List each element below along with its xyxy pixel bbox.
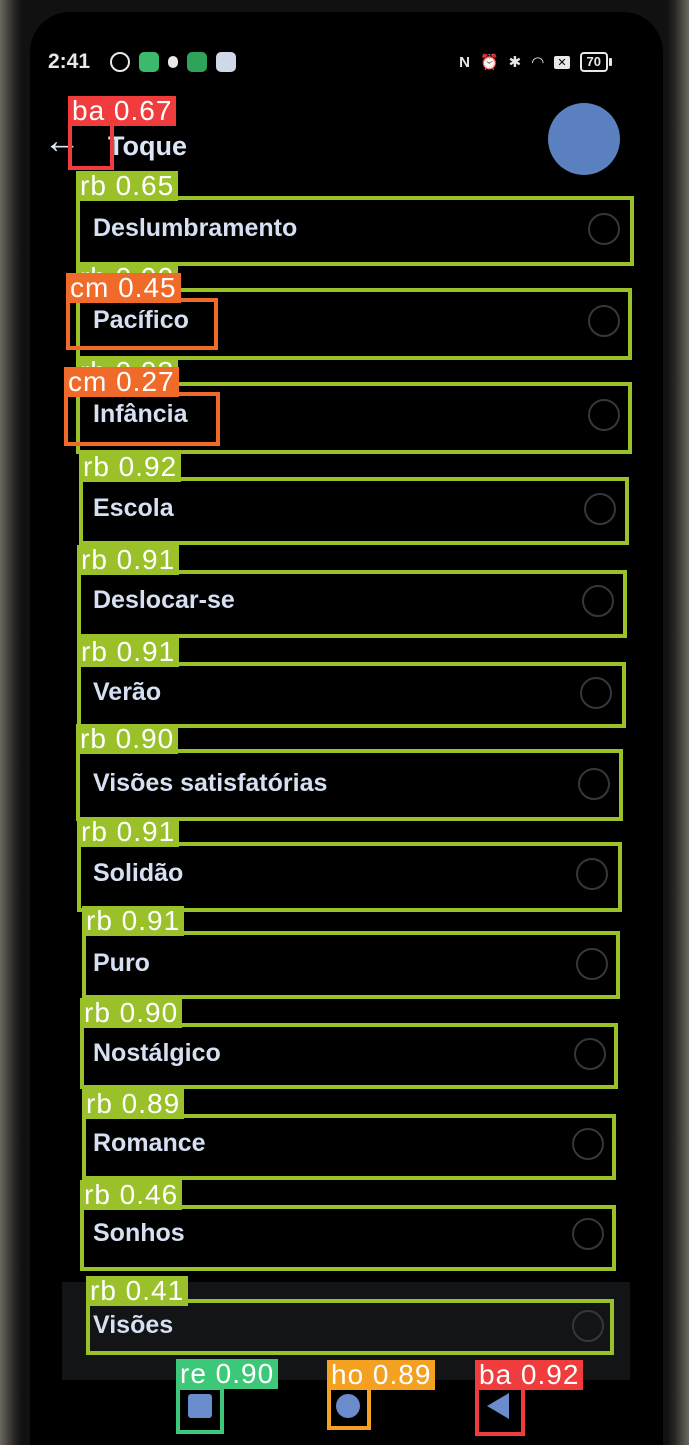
list-item-label: Nostálgico	[93, 1039, 221, 1067]
radio-button[interactable]	[572, 1310, 604, 1342]
list-item-label: Verão	[93, 678, 162, 706]
list-item[interactable]: Verão	[76, 664, 625, 724]
nfc-icon: N	[459, 53, 470, 71]
detection-label: ba 0.92	[475, 1360, 584, 1390]
radio-button[interactable]	[582, 585, 614, 617]
detection-label: ho 0.89	[327, 1360, 436, 1390]
detection-label: rb 0.65	[76, 171, 179, 201]
bluetooth-icon: ✱	[508, 54, 522, 71]
list-item-label: Visões satisfatórias	[93, 769, 328, 797]
radio-button[interactable]	[588, 305, 620, 337]
settings-icon	[110, 52, 130, 72]
grid-app-icon	[139, 52, 159, 72]
list-item[interactable]: Deslocar-se	[76, 572, 627, 632]
detection-label: re 0.90	[176, 1359, 279, 1389]
list-item[interactable]: Sonhos	[76, 1205, 617, 1265]
list-item[interactable]: Deslumbramento	[76, 200, 633, 260]
list-item-label: Sonhos	[93, 1219, 185, 1247]
list-item-label: Infância	[93, 400, 188, 428]
detection-label: rb 0.41	[86, 1276, 189, 1306]
list-item-label: Deslocar-se	[93, 586, 235, 614]
list-item[interactable]: Puro	[76, 935, 621, 995]
list-item[interactable]: Escola	[76, 480, 629, 540]
bug-icon	[168, 56, 178, 68]
list-item-label: Solidão	[93, 859, 184, 887]
list-item-label: Puro	[93, 949, 150, 977]
radio-button[interactable]	[576, 948, 608, 980]
list-item[interactable]: Nostálgico	[76, 1025, 619, 1085]
list-item-label: Pacífico	[93, 306, 189, 334]
list-item-label: Deslumbramento	[93, 214, 298, 242]
radio-button[interactable]	[576, 858, 608, 890]
arrow-left-icon[interactable]: ←	[42, 120, 82, 166]
status-time: 2:41	[48, 50, 91, 73]
avatar[interactable]	[548, 103, 620, 175]
list-item-label: Escola	[93, 494, 174, 522]
message-icon	[216, 52, 236, 72]
detection-label: rb 0.92	[79, 452, 182, 482]
radio-button[interactable]	[578, 768, 610, 800]
radio-button[interactable]	[580, 677, 612, 709]
radio-button[interactable]	[588, 213, 620, 245]
page-title: Toque	[108, 131, 187, 161]
detection-label: rb 0.46	[80, 1180, 183, 1210]
detection-label: rb 0.91	[77, 545, 180, 575]
detection-label: rb 0.90	[76, 724, 179, 754]
detection-label: cm 0.45	[66, 273, 181, 303]
detection-label: rb 0.91	[82, 906, 185, 936]
radio-button[interactable]	[572, 1218, 604, 1250]
detection-label: rb 0.91	[77, 637, 180, 667]
list-item[interactable]: Solidão	[76, 845, 621, 905]
detection-label: cm 0.27	[64, 367, 179, 397]
detection-label: rb 0.90	[80, 998, 183, 1028]
list-item[interactable]: Visões	[76, 1297, 617, 1357]
detection-label: ba 0.67	[68, 96, 177, 126]
radio-button[interactable]	[572, 1128, 604, 1160]
list-item-label: Romance	[93, 1129, 206, 1157]
alarm-icon: ⏰	[479, 54, 499, 71]
list-item[interactable]: Visões satisfatórias	[76, 755, 623, 815]
close-box-icon: ✕	[554, 55, 570, 69]
detection-label: rb 0.91	[77, 817, 180, 847]
list-item[interactable]: Romance	[76, 1115, 617, 1175]
radio-button[interactable]	[588, 399, 620, 431]
detection-label: rb 0.89	[82, 1089, 185, 1119]
wifi-icon: ◠	[531, 54, 545, 71]
list-item-label: Visões	[93, 1311, 174, 1339]
status-bar: 2:41 N ⏰ ✱ ◠ ✕ 70	[48, 48, 613, 78]
radio-button[interactable]	[584, 493, 616, 525]
radio-button[interactable]	[574, 1038, 606, 1070]
battery-icon: 70	[579, 52, 613, 72]
phone-app-icon	[187, 52, 207, 72]
